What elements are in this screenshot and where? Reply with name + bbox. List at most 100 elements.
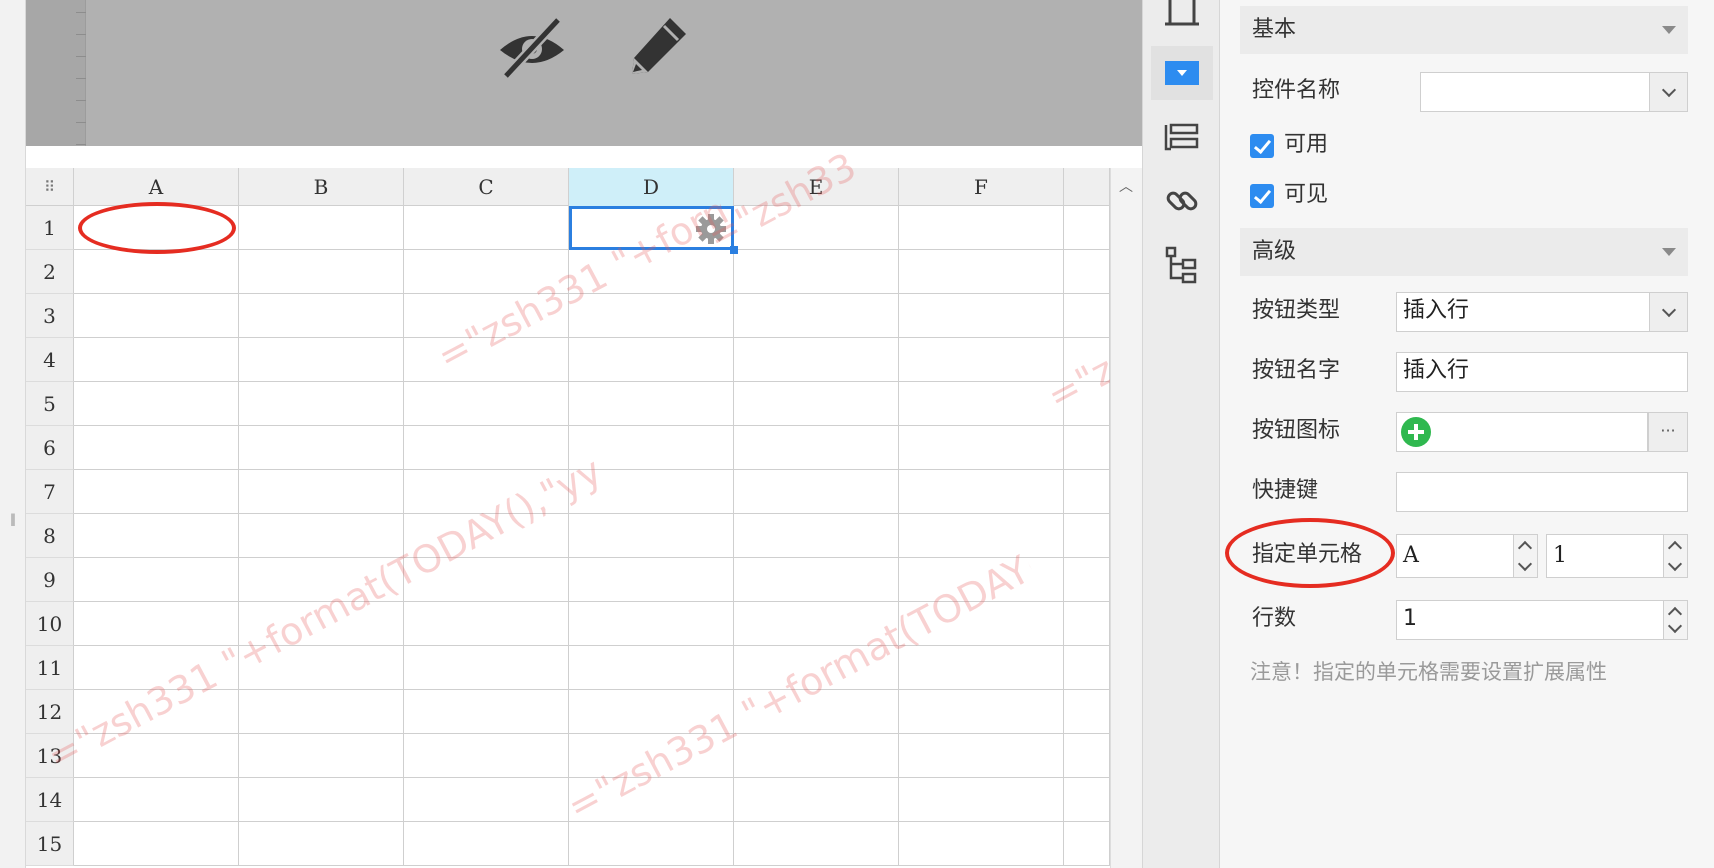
cell-b5[interactable] [239,382,404,426]
cell-a11[interactable] [74,646,239,690]
chevron-up-icon[interactable] [1517,540,1533,556]
row-header-15[interactable]: 15 [26,822,74,866]
cell-f1[interactable] [899,206,1064,250]
cell-a8[interactable] [74,514,239,558]
cell-a14[interactable] [74,778,239,822]
chevron-down-icon[interactable] [1667,618,1683,634]
target-cell-column-spinner[interactable] [1513,535,1537,577]
cell-a10[interactable] [74,602,239,646]
row-count-spinner[interactable] [1663,601,1687,639]
cell-e8[interactable] [734,514,899,558]
cell-d12[interactable] [569,690,734,734]
cell-d3[interactable] [569,294,734,338]
cell-a12[interactable] [74,690,239,734]
left-collapse-strip[interactable]: ‖ [0,0,26,868]
cell-e7[interactable] [734,470,899,514]
widget-name-input[interactable] [1420,72,1688,112]
cell-next10[interactable] [1064,602,1110,646]
cell-b6[interactable] [239,426,404,470]
column-header-a[interactable]: A [74,168,239,206]
toolbar-link-button[interactable] [1151,174,1213,228]
cell-c4[interactable] [404,338,569,382]
cell-d10[interactable] [569,602,734,646]
cell-b9[interactable] [239,558,404,602]
cell-f15[interactable] [899,822,1064,866]
cell-c5[interactable] [404,382,569,426]
target-cell-row-spinner[interactable] [1663,535,1687,577]
cell-c15[interactable] [404,822,569,866]
cell-a6[interactable] [74,426,239,470]
cell-a15[interactable] [74,822,239,866]
section-basic[interactable]: 基本 [1240,6,1688,54]
row-count-input[interactable]: 1 [1396,600,1688,640]
cell-b2[interactable] [239,250,404,294]
widget-name-dropdown-button[interactable] [1649,73,1687,111]
cell-e13[interactable] [734,734,899,778]
cell-f5[interactable] [899,382,1064,426]
cell-f7[interactable] [899,470,1064,514]
row-header-9[interactable]: 9 [26,558,74,602]
cell-d11[interactable] [569,646,734,690]
cell-d9[interactable] [569,558,734,602]
cell-next6[interactable] [1064,426,1110,470]
chevron-up-icon[interactable]: ︿ [1119,176,1133,196]
target-cell-column-input[interactable]: A [1396,534,1538,578]
row-header-13[interactable]: 13 [26,734,74,778]
cell-f10[interactable] [899,602,1064,646]
cell-d13[interactable] [569,734,734,778]
row-header-2[interactable]: 2 [26,250,74,294]
button-icon-browse-button[interactable]: ··· [1648,412,1688,452]
cell-b7[interactable] [239,470,404,514]
cell-c11[interactable] [404,646,569,690]
cell-d6[interactable] [569,426,734,470]
caret-down-icon[interactable] [1662,26,1676,34]
cell-c10[interactable] [404,602,569,646]
cell-e14[interactable] [734,778,899,822]
cell-b3[interactable] [239,294,404,338]
cell-a13[interactable] [74,734,239,778]
cell-a4[interactable] [74,338,239,382]
button-type-dropdown-button[interactable] [1649,293,1687,331]
toolbar-tree-button[interactable] [1151,238,1213,292]
column-header-c[interactable]: C [404,168,569,206]
row-header-5[interactable]: 5 [26,382,74,426]
cell-f8[interactable] [899,514,1064,558]
spreadsheet-grid[interactable]: ⠿ ABCDEF 1 2 3 4 5 6 7 8 9 10 11 12 13 14 15 ="zsh331 "… [26,145,1158,868]
chevron-down-icon[interactable] [1517,556,1533,572]
column-header-b[interactable]: B [239,168,404,206]
row-header-12[interactable]: 12 [26,690,74,734]
cell-b1[interactable] [239,206,404,250]
collapse-grip-icon[interactable]: ‖ [10,512,16,526]
cell-a7[interactable] [74,470,239,514]
pencil-icon[interactable] [626,14,690,80]
chevron-down-icon[interactable] [1667,556,1683,572]
cell-c7[interactable] [404,470,569,514]
chevron-up-icon[interactable] [1667,540,1683,556]
row-header-10[interactable]: 10 [26,602,74,646]
cell-c1[interactable] [404,206,569,250]
button-name-input[interactable]: 插入行 [1396,352,1688,392]
cell-e12[interactable] [734,690,899,734]
row-header-8[interactable]: 8 [26,514,74,558]
row-header-7[interactable]: 7 [26,470,74,514]
cell-e11[interactable] [734,646,899,690]
cell-f4[interactable] [899,338,1064,382]
cell-next8[interactable] [1064,514,1110,558]
cell-d7[interactable] [569,470,734,514]
cell-next9[interactable] [1064,558,1110,602]
cell-f14[interactable] [899,778,1064,822]
cell-next5[interactable] [1064,382,1110,426]
button-type-select[interactable]: 插入行 [1396,292,1688,332]
button-icon-field[interactable] [1396,412,1648,452]
cell-e9[interactable] [734,558,899,602]
enabled-checkbox[interactable] [1250,134,1274,158]
cell-f6[interactable] [899,426,1064,470]
cell-f2[interactable] [899,250,1064,294]
row-header-4[interactable]: 4 [26,338,74,382]
cell-b12[interactable] [239,690,404,734]
cell-e15[interactable] [734,822,899,866]
cell-c9[interactable] [404,558,569,602]
cell-e3[interactable] [734,294,899,338]
cell-next4[interactable] [1064,338,1110,382]
cell-a9[interactable] [74,558,239,602]
